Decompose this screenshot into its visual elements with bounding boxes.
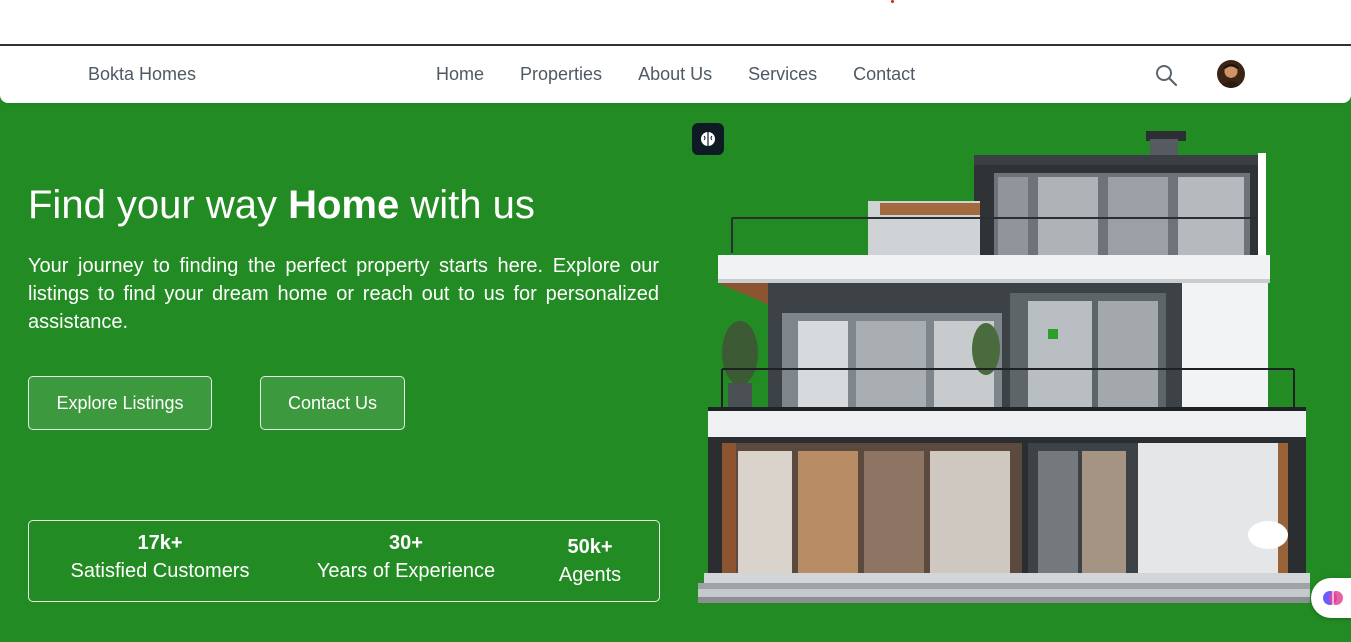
navbar: Bokta Homes Home Properties About Us Ser… [0,46,1351,103]
stat-label: Agents [558,564,622,586]
nav-link-services[interactable]: Services [748,64,817,85]
stat-value: 30+ [389,532,423,554]
nav-link-about-us[interactable]: About Us [638,64,712,85]
stat-value: 50k+ [567,536,613,558]
stat-experience: 30+ Years of Experience [311,531,501,587]
stat-label: Years of Experience [316,560,496,582]
nav-links: Home Properties About Us Services Contac… [436,64,915,85]
red-dot [891,0,894,3]
nav-link-contact[interactable]: Contact [853,64,915,85]
headline-text: Find your way [28,183,289,227]
stat-value: 17k+ [137,532,183,554]
brand-logo[interactable]: Bokta Homes [88,64,196,85]
stat-customers: 17k+ Satisfied Customers [65,531,255,587]
search-icon[interactable] [1154,63,1178,87]
top-strip [0,0,1351,46]
stats-box: 17k+ Satisfied Customers 30+ Years of Ex… [28,520,660,602]
nav-link-home[interactable]: Home [436,64,484,85]
contact-us-button[interactable]: Contact Us [260,376,405,430]
headline-text-end: with us [399,183,535,227]
avatar-icon [1220,64,1242,88]
user-avatar[interactable] [1217,60,1245,88]
brain-icon [1323,591,1343,605]
stat-agents: 50k+ Agents [549,535,631,591]
explore-listings-button[interactable]: Explore Listings [28,376,212,430]
hero-subtext: Your journey to finding the perfect prop… [28,255,659,333]
modern-house-image [698,131,1310,603]
stat-label: Satisfied Customers [70,560,250,582]
headline-bold: Home [288,183,400,227]
assistant-widget-button[interactable] [1311,578,1351,618]
nav-link-properties[interactable]: Properties [520,64,602,85]
hero-headline: Find your way Home with us [28,183,535,228]
hero-section: Find your way Home with us Your journey … [0,95,1351,642]
brain-icon[interactable] [692,123,724,155]
brain-glyph-icon [701,132,715,146]
